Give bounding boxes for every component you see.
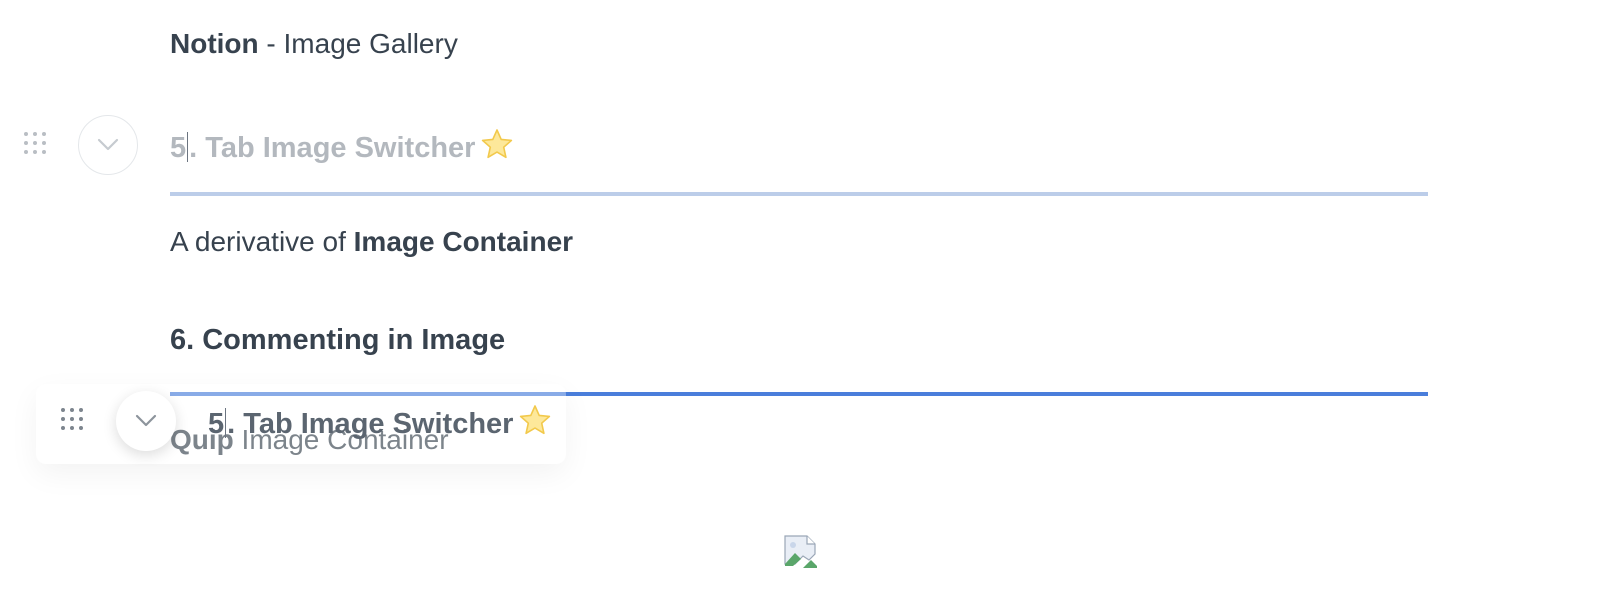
ghost-heading-underline [170,192,1428,196]
gallery-title-rest: - Image Gallery [258,28,458,59]
heading-text: . Tab Image Switcher [189,132,476,164]
derivative-paragraph[interactable]: A derivative of Image Container [170,226,573,258]
chevron-down-icon [135,414,157,427]
text-caret [187,132,189,162]
text-caret [225,408,227,438]
gallery-title-brand: Notion [170,28,259,59]
heading-tab-image-switcher-placeholder[interactable]: 5. Tab Image Switcher [170,128,513,165]
derivative-prefix: A derivative of [170,226,354,257]
chevron-down-icon [97,138,119,151]
derivative-link-text: Image Container [353,226,574,257]
drag-handle-icon[interactable] [61,408,87,434]
heading-number: 5 [208,408,225,440]
collapse-toggle-button[interactable] [116,391,176,451]
heading-commenting-in-image[interactable]: 6. Commenting in Image [170,324,505,357]
editor-page: Notion - Image Gallery 5. Tab Image Swit… [0,0,1600,600]
drag-handle-icon[interactable] [24,132,50,158]
collapse-toggle-button[interactable] [78,115,138,175]
heading-number: 5 [170,132,187,164]
dragged-heading-tab-image-switcher: 5. Tab Image Switcher [208,404,551,441]
star-icon [520,405,551,435]
gallery-title: Notion - Image Gallery [170,28,458,60]
broken-image-icon [784,535,817,568]
star-icon [482,129,513,159]
heading-text: . Tab Image Switcher [227,408,514,440]
